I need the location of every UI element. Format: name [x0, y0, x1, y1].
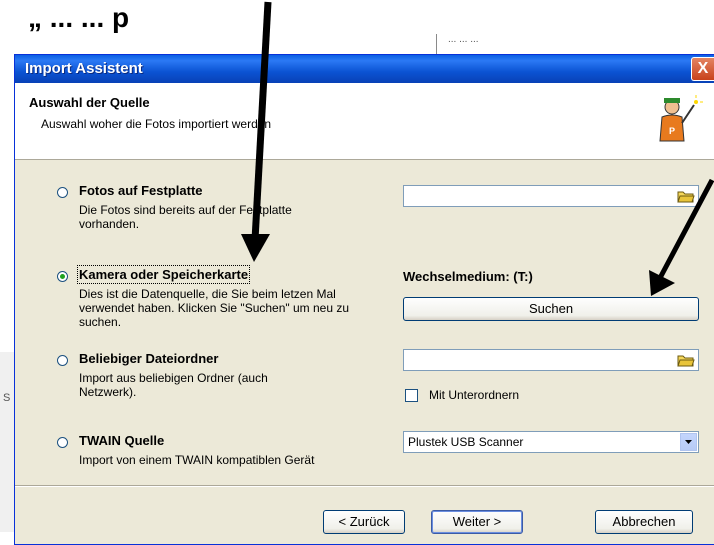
unterordner-checkbox[interactable]	[405, 389, 418, 402]
window-title: Import Assistent	[25, 60, 143, 77]
wechselmedium-label: Wechselmedium: (T:)	[403, 269, 533, 284]
header-panel: Auswahl der Quelle Auswahl woher die Fot…	[15, 83, 714, 160]
background-window-text: ... ... ...	[448, 34, 479, 45]
radio-beliebiger-ordner[interactable]	[57, 355, 68, 366]
radio-fotos-festplatte[interactable]	[57, 187, 68, 198]
option-title-kamera[interactable]: Kamera oder Speicherkarte	[76, 265, 251, 284]
next-button[interactable]: Weiter >	[431, 510, 523, 534]
folder-open-icon[interactable]	[677, 188, 695, 204]
cancel-button[interactable]: Abbrechen	[595, 510, 693, 534]
folder-open-icon[interactable]	[677, 352, 695, 368]
option-desc-festplatte: Die Fotos sind bereits auf der Festplatt…	[79, 203, 292, 231]
suchen-button[interactable]: Suchen	[403, 297, 699, 321]
footer-separator	[15, 485, 714, 487]
unterordner-label[interactable]: Mit Unterordnern	[429, 388, 519, 402]
option-desc-twain: Import von einem TWAIN kompatiblen Gerät	[79, 453, 315, 467]
scanner-select-value: Plustek USB Scanner	[408, 435, 524, 449]
title-bar[interactable]: Import Assistent X	[15, 55, 714, 83]
back-button[interactable]: < Zurück	[323, 510, 405, 534]
radio-twain-quelle[interactable]	[57, 437, 68, 448]
header-title: Auswahl der Quelle	[29, 95, 150, 110]
option-desc-ordner: Import aus beliebigen Ordner (auch Netzw…	[79, 371, 268, 399]
import-assistant-dialog: Import Assistent X Auswahl der Quelle Au…	[14, 54, 714, 545]
close-button[interactable]: X	[691, 57, 714, 81]
option-title-ordner[interactable]: Beliebiger Dateiordner	[79, 351, 218, 366]
festplatte-path-input[interactable]	[403, 185, 699, 207]
background-app-mark: S	[3, 392, 11, 404]
content-area: Fotos auf Festplatte Die Fotos sind bere…	[15, 159, 714, 484]
top-heading-fragment: „ ... ... p	[28, 2, 130, 33]
option-title-festplatte[interactable]: Fotos auf Festplatte	[79, 183, 203, 198]
svg-text:P: P	[669, 126, 675, 136]
wizard-mascot-icon: P	[655, 94, 703, 144]
option-title-twain[interactable]: TWAIN Quelle	[79, 433, 164, 448]
option-desc-kamera: Dies ist die Datenquelle, die Sie beim l…	[79, 287, 350, 329]
twain-scanner-select[interactable]: Plustek USB Scanner	[403, 431, 699, 453]
radio-kamera-speicherkarte[interactable]	[57, 271, 68, 282]
header-subtitle: Auswahl woher die Fotos importiert werde…	[41, 117, 272, 131]
ordner-path-input[interactable]	[403, 349, 699, 371]
dropdown-arrow-icon[interactable]	[680, 433, 697, 451]
